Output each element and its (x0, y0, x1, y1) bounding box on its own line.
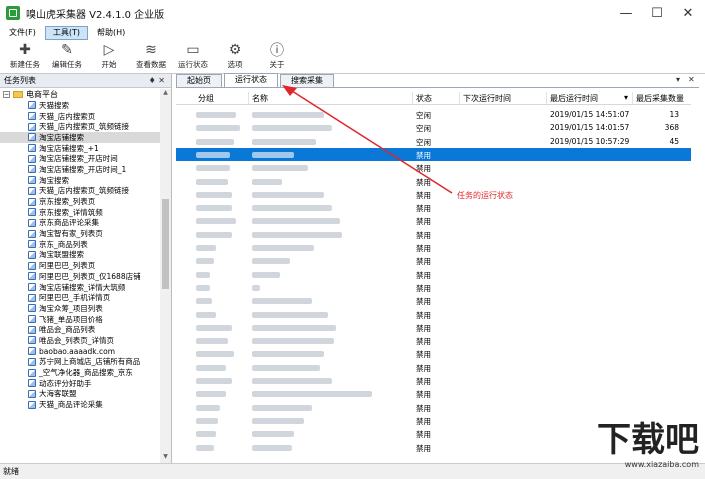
annotation-label: 任务的运行状态 (457, 191, 513, 200)
annotation-arrowhead (282, 85, 297, 96)
watermark-url: www.xiazaiba.com (624, 460, 699, 469)
annotation-arrow (282, 85, 453, 194)
watermark-logo: 下载吧 (597, 420, 699, 460)
watermark: 下载吧 www.xiazaiba.com (553, 420, 699, 476)
annotation-line (291, 90, 453, 194)
